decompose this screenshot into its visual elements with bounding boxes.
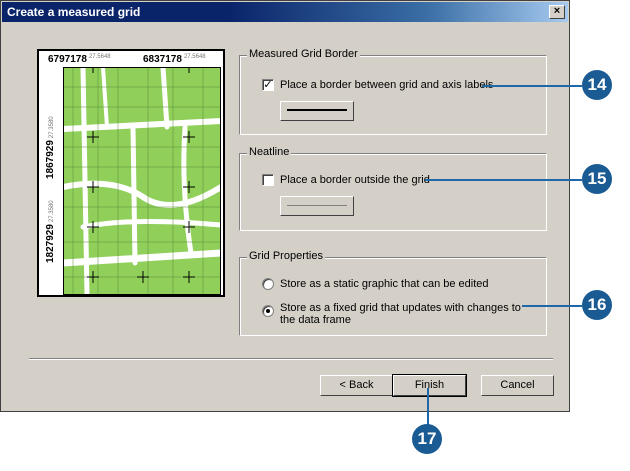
border-between-label: Place a border between grid and axis lab… <box>280 79 494 91</box>
radio-selected-dot <box>266 309 270 313</box>
callout-15: 15 <box>582 164 612 194</box>
parcel-map <box>63 67 221 295</box>
create-measured-grid-dialog: Create a measured grid × 6797178 27.5648 … <box>0 0 570 412</box>
callout-15-line <box>425 179 582 181</box>
neatline-checkbox[interactable] <box>262 174 274 186</box>
finish-button[interactable]: Finish <box>392 374 467 397</box>
top-coord-label-1: 6797178 27.5648 <box>48 54 111 65</box>
title-bar: Create a measured grid × <box>2 2 568 22</box>
line-style-icon <box>287 109 347 111</box>
fixed-grid-radio[interactable] <box>262 305 274 317</box>
callout-16: 16 <box>582 290 612 320</box>
callout-14-line <box>482 85 582 87</box>
close-button[interactable]: × <box>549 5 565 19</box>
grid-properties-group: Grid Properties Store as a static graphi… <box>239 250 547 336</box>
border-between-checkbox[interactable]: ✓ <box>262 79 274 91</box>
back-button[interactable]: < Back <box>320 375 393 396</box>
measured-grid-border-group: Measured Grid Border ✓ Place a border be… <box>239 48 547 135</box>
neatline-legend: Neatline <box>247 146 292 158</box>
side-coord-label-1: 186792927.3580 <box>45 116 56 179</box>
line-style-icon <box>287 205 347 206</box>
close-icon: × <box>553 5 561 17</box>
static-graphic-label: Store as a static graphic that can be ed… <box>280 278 489 290</box>
cancel-button[interactable]: Cancel <box>481 375 554 396</box>
top-coord-label-2: 6837178 27.5648 <box>143 54 206 65</box>
border-style-button[interactable] <box>280 101 354 121</box>
callout-14: 14 <box>582 70 612 100</box>
grid-preview: 6797178 27.5648 6837178 27.5648 186792927.… <box>37 49 225 297</box>
neatline-group: Neatline Place a border outside the grid <box>239 146 547 231</box>
button-separator <box>29 358 553 360</box>
neatline-label: Place a border outside the grid <box>280 174 430 186</box>
neatline-style-button[interactable] <box>280 196 354 216</box>
dialog-title: Create a measured grid <box>7 5 141 19</box>
callout-17-line <box>427 388 429 426</box>
fixed-grid-label: Store as a fixed grid that updates with … <box>280 302 521 326</box>
side-coord-label-2: 182792927.3580 <box>45 200 56 263</box>
grid-properties-legend: Grid Properties <box>247 250 325 262</box>
callout-16-line <box>522 305 582 307</box>
static-graphic-radio[interactable] <box>262 278 274 290</box>
checkmark-icon: ✓ <box>263 79 273 91</box>
measured-grid-border-legend: Measured Grid Border <box>247 48 360 60</box>
callout-17: 17 <box>412 424 442 454</box>
